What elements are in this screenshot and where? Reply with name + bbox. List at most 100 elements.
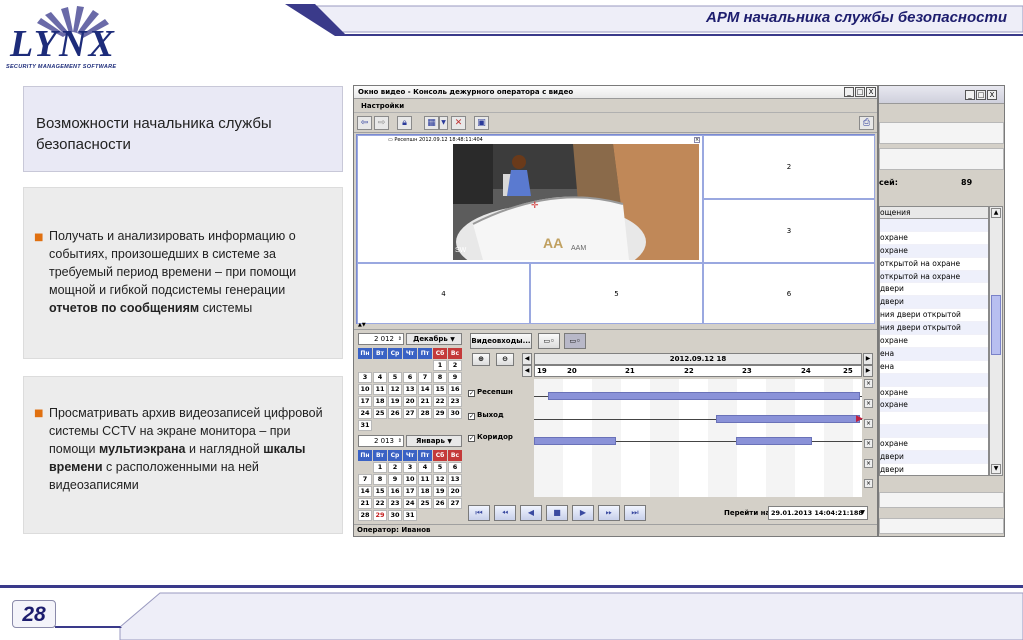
close-channel-icon[interactable]: × xyxy=(864,439,873,448)
scale-left-arrow-icon[interactable]: ◀ xyxy=(522,365,532,377)
calendar-day[interactable]: 23 xyxy=(448,396,462,407)
camera-view-button[interactable]: ▭◦ xyxy=(538,333,560,349)
calendar-day[interactable]: 20 xyxy=(403,396,417,407)
calendar-day[interactable]: 29 xyxy=(373,510,387,521)
message-row[interactable]: открытой на охране xyxy=(880,270,988,284)
splitter-arrows-icon[interactable]: ▲▼ xyxy=(358,322,366,328)
calendar-day[interactable]: 2 xyxy=(388,462,402,473)
close-channel-icon[interactable]: × xyxy=(864,479,873,488)
panel-splitter[interactable]: ▲▼ xyxy=(354,322,877,330)
message-row[interactable]: двери xyxy=(880,451,988,464)
message-row[interactable]: охране xyxy=(880,438,988,452)
calendar-day[interactable]: 4 xyxy=(373,372,387,383)
calendar-day[interactable]: 18 xyxy=(418,486,432,497)
calendar-day[interactable]: 16 xyxy=(388,486,402,497)
calendar-day[interactable]: 29 xyxy=(433,408,447,419)
calendar-day[interactable]: 8 xyxy=(373,474,387,485)
fast-rewind-icon[interactable]: ⏮︎ xyxy=(468,505,490,521)
play-back-icon[interactable]: ◀ xyxy=(520,505,542,521)
chevron-down-icon[interactable]: ▼ xyxy=(860,507,865,519)
year-spinner[interactable]: 2 012 ⇕ xyxy=(358,333,404,345)
message-row[interactable]: ена xyxy=(880,361,988,374)
calendar-day[interactable]: 3 xyxy=(358,372,372,383)
message-row[interactable] xyxy=(880,425,988,439)
play-icon[interactable]: ▶ xyxy=(572,505,594,521)
message-row[interactable]: охране xyxy=(880,244,988,258)
calendar-day[interactable]: 25 xyxy=(373,408,387,419)
scroll-down-icon[interactable]: ▼ xyxy=(991,464,1001,474)
message-row[interactable]: охране xyxy=(880,232,988,245)
video-cell-5[interactable]: 5 xyxy=(530,263,703,324)
zoom-out-icon[interactable]: ⊖ xyxy=(496,353,514,366)
calendar-day[interactable]: 21 xyxy=(418,396,432,407)
calendar-day[interactable]: 26 xyxy=(433,498,447,509)
calendar-day[interactable]: 25 xyxy=(418,498,432,509)
video-cell-4[interactable]: 4 xyxy=(357,263,530,324)
step-back-icon[interactable]: ⏪︎ xyxy=(494,505,516,521)
stop-icon[interactable]: ■ xyxy=(546,505,568,521)
calendar-day[interactable]: 17 xyxy=(403,486,417,497)
message-row[interactable]: ния двери открытой xyxy=(880,322,988,336)
calendar-day[interactable]: 9 xyxy=(388,474,402,485)
calendar-day[interactable]: 1 xyxy=(433,360,447,371)
calendar-day[interactable]: 5 xyxy=(388,372,402,383)
calendar-day[interactable]: 3 xyxy=(403,462,417,473)
back-arrow-icon[interactable]: ⇦ xyxy=(357,116,372,130)
video-inputs-button[interactable]: Видеовходы... xyxy=(470,333,532,349)
calendar-day[interactable]: 6 xyxy=(448,462,462,473)
calendar-day[interactable]: 31 xyxy=(358,420,372,431)
message-list[interactable]: ощения охране охране открытой на охране отк… xyxy=(879,206,989,476)
message-list-scrollbar[interactable]: ▲ ▼ xyxy=(989,206,1003,476)
image-icon[interactable]: ▣ xyxy=(474,116,489,130)
calendar-day[interactable]: 5 xyxy=(433,462,447,473)
calendar-day[interactable]: 8 xyxy=(433,372,447,383)
message-row[interactable]: охране xyxy=(880,387,988,400)
calendar-day[interactable]: 13 xyxy=(448,474,462,485)
calendar-day[interactable]: 12 xyxy=(388,384,402,395)
calendar-day[interactable]: 7 xyxy=(418,372,432,383)
camera-record-button[interactable]: ▭◦ xyxy=(564,333,586,349)
calendar-day[interactable]: 31 xyxy=(403,510,417,521)
timeline-left-arrow-icon[interactable]: ◀ xyxy=(522,353,532,365)
calendar-day[interactable]: 22 xyxy=(373,498,387,509)
calendar-day[interactable]: 4 xyxy=(418,462,432,473)
calendar-day[interactable]: 2 xyxy=(448,360,462,371)
calendar-day[interactable]: 19 xyxy=(433,486,447,497)
message-row[interactable]: двери xyxy=(880,464,988,475)
maximize-button[interactable]: □ xyxy=(855,87,865,97)
video-multiscreen[interactable]: ▭ Ресепшн 2012.09.12 18:48:11:404 × AA A… xyxy=(356,134,875,324)
scroll-thumb[interactable] xyxy=(991,295,1001,355)
calendar-day[interactable]: 13 xyxy=(403,384,417,395)
menu-settings[interactable]: Настройки xyxy=(361,102,404,110)
minimize-button[interactable]: _ xyxy=(844,87,854,97)
calendar-day[interactable]: 15 xyxy=(373,486,387,497)
calendar-grid[interactable]: Пн Вт Ср Чт Пт Сб Вс 1 2 3 4 5 6 7 8 9 10 11 12 13 14 15 16 17 1… xyxy=(358,348,462,431)
channel-checkbox-exit[interactable]: ✓ Выход xyxy=(468,406,528,424)
minimize-button[interactable]: _ xyxy=(965,90,975,100)
scroll-up-icon[interactable]: ▲ xyxy=(991,208,1001,218)
close-channel-icon[interactable]: × xyxy=(864,419,873,428)
message-row[interactable]: охране xyxy=(880,399,988,413)
message-column-header[interactable]: ощения xyxy=(880,207,988,219)
forward-arrow-icon[interactable]: ⇨ xyxy=(374,116,389,130)
calendar-day[interactable]: 30 xyxy=(448,408,462,419)
calendar-day[interactable]: 14 xyxy=(418,384,432,395)
lock-icon[interactable]: 🔒︎ xyxy=(397,116,412,130)
calendar-day[interactable]: 11 xyxy=(373,384,387,395)
calendar-day[interactable]: 6 xyxy=(403,372,417,383)
calendar-day[interactable]: 26 xyxy=(388,408,402,419)
calendar-day[interactable]: 28 xyxy=(418,408,432,419)
video-cell-6[interactable]: 6 xyxy=(703,263,875,324)
calendar-day[interactable]: 11 xyxy=(418,474,432,485)
calendar-day[interactable]: 27 xyxy=(403,408,417,419)
video-cell-3[interactable]: 3 xyxy=(703,199,875,263)
zoom-in-icon[interactable]: ⊕ xyxy=(472,353,490,366)
calendar-day[interactable]: 12 xyxy=(433,474,447,485)
calendar-day[interactable]: 24 xyxy=(358,408,372,419)
calendar-day[interactable]: 10 xyxy=(358,384,372,395)
calendar-day[interactable]: 16 xyxy=(448,384,462,395)
calendar-day[interactable]: 1 xyxy=(373,462,387,473)
message-row[interactable]: ена xyxy=(880,347,988,361)
calendar-day[interactable]: 30 xyxy=(388,510,402,521)
message-row[interactable]: открытой на охране xyxy=(880,258,988,271)
